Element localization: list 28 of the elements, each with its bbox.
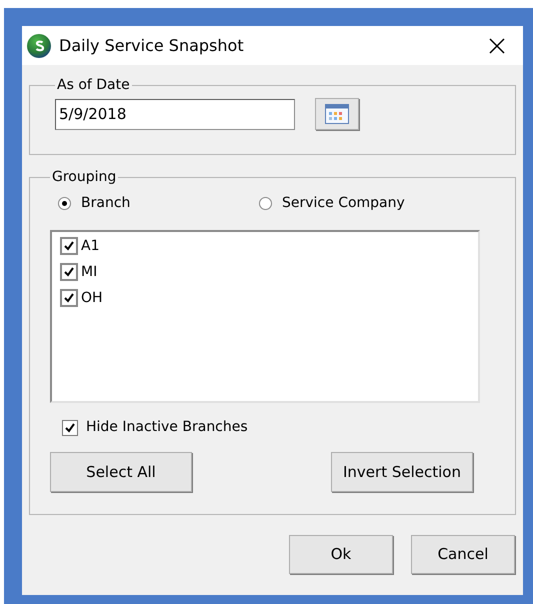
- close-icon[interactable]: [488, 36, 506, 54]
- checkmark-icon: [64, 422, 76, 434]
- checkbox-label: Hide Inactive Branches: [86, 418, 248, 437]
- checkmark-icon: [63, 292, 75, 304]
- checkmark-icon: [63, 240, 75, 252]
- calendar-button[interactable]: [315, 98, 359, 130]
- radio-label: Branch: [81, 194, 130, 212]
- radio-label: Service Company: [282, 194, 405, 212]
- app-logo-icon: [27, 34, 51, 58]
- checkbox[interactable]: [62, 420, 78, 436]
- checkbox[interactable]: [60, 289, 78, 307]
- checkbox[interactable]: [60, 263, 78, 281]
- radio-button[interactable]: [58, 196, 71, 210]
- dialog-button[interactable]: Ok: [289, 535, 393, 574]
- checkmark-icon: [63, 266, 75, 278]
- group-label: Grouping: [51, 168, 118, 187]
- date-field[interactable]: 5/9/2018: [55, 98, 295, 130]
- branch-label: OH: [81, 288, 103, 308]
- branch-label: MI: [81, 262, 98, 282]
- dialog-button[interactable]: Select All: [50, 452, 192, 492]
- radio-button[interactable]: [259, 196, 272, 210]
- group-label: As of Date: [56, 76, 131, 95]
- window-title: Daily Service Snapshot: [59, 34, 245, 56]
- dialog-button[interactable]: Cancel: [411, 535, 515, 574]
- checkbox[interactable]: [60, 237, 78, 255]
- calendar-icon: [325, 104, 349, 124]
- branch-label: A1: [81, 236, 100, 256]
- dialog-button[interactable]: Invert Selection: [331, 452, 473, 492]
